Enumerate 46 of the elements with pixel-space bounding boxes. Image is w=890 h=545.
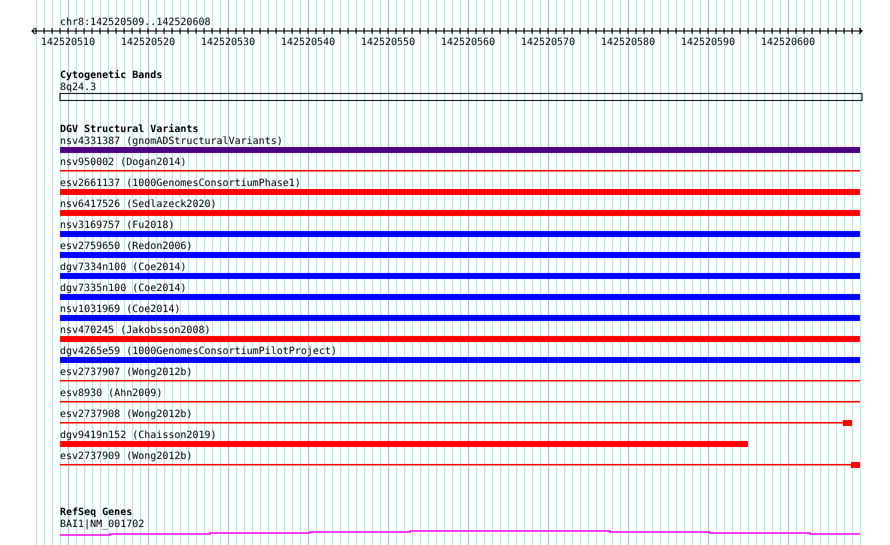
variant-label: nsv6417526 (Sedlazeck2020) [60,199,217,210]
variant-bar[interactable] [60,252,860,258]
track-title: DGV Structural Variants [60,124,198,135]
variant-label: esv2737907 (Wong2012b) [60,367,192,378]
position-label: 142520560 [440,37,496,48]
variant-bar[interactable] [60,147,860,153]
variant-label: dgv7334n100 (Coe2014) [60,262,186,273]
track-title: RefSeq Genes [60,507,132,518]
variant-label: esv2737908 (Wong2012b) [60,409,192,420]
gene-label: BAI1|NM_001702 [60,519,144,530]
variant-label: esv8930 (Ahn2009) [60,388,162,399]
track-title: Cytogenetic Bands [60,70,162,81]
band-label: 8q24.3 [60,82,96,93]
region-label: chr8:142520509..142520608 [60,17,211,28]
position-label: 142520520 [120,37,176,48]
variant-line[interactable] [60,420,852,426]
position-label: 142520530 [200,37,256,48]
position-label: 142520540 [280,37,336,48]
variant-label: dgv4265e59 (1000GenomesConsortiumPilotProject) [60,346,337,357]
variant-line[interactable] [60,462,860,468]
variant-label: esv2661137 (1000GenomesConsortiumPhase1) [60,178,301,189]
position-label: 142520570 [520,37,576,48]
variant-label: nsv950002 (Dogan2014) [60,157,186,168]
variant-label: dgv9419n152 (Chaisson2019) [60,430,217,441]
position-label: 142520600 [760,37,816,48]
variant-label: esv2737909 (Wong2012b) [60,451,192,462]
variant-bar[interactable] [60,336,860,342]
variant-bar[interactable] [60,273,860,279]
variant-bar[interactable] [60,441,748,447]
variant-bar[interactable] [60,210,860,216]
gene-line[interactable] [60,530,860,536]
position-label: 142520590 [680,37,736,48]
variant-bar[interactable] [60,231,860,237]
position-label: 142520510 [40,37,96,48]
variant-label: esv2759650 (Redon2006) [60,241,192,252]
variant-bar[interactable] [60,315,860,321]
variant-bar[interactable] [60,189,860,195]
variant-label: dgv7335n100 (Coe2014) [60,283,186,294]
position-label: 142520580 [600,37,656,48]
position-label: 142520550 [360,37,416,48]
variant-label: nsv1031969 (Coe2014) [60,304,180,315]
variant-bar[interactable] [60,294,860,300]
variant-bar[interactable] [60,357,860,363]
variant-label: nsv470245 (Jakobsson2008) [60,325,211,336]
variant-label: nsv4331387 (gnomADStructuralVariants) [60,136,283,147]
variant-label: nsv3169757 (Fu2018) [60,220,174,231]
